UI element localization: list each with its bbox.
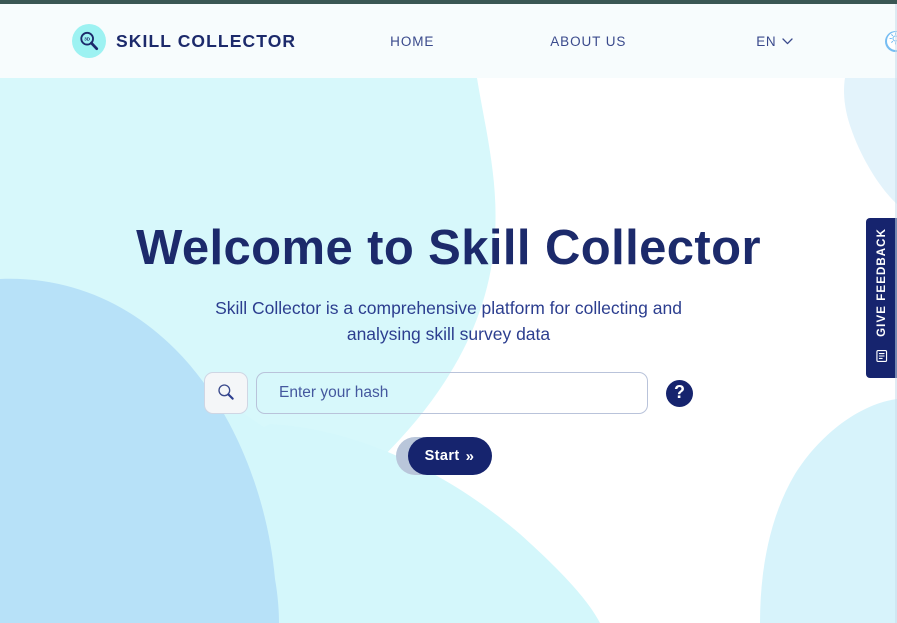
svg-text:3D: 3D xyxy=(84,37,91,42)
nav-item-home[interactable]: HOME xyxy=(390,34,434,49)
start-button-label: Start xyxy=(424,448,460,465)
browser-top-edge xyxy=(0,0,897,4)
main-nav: HOME ABOUT US EN xyxy=(296,30,897,52)
site-header: 3D SKILL COLLECTOR HOME ABOUT US EN xyxy=(0,4,897,78)
search-icon xyxy=(216,382,236,405)
give-feedback-tab[interactable]: GIVE FEEDBACK xyxy=(866,218,897,378)
search-row: ? xyxy=(204,372,693,415)
magnifier-logo-icon: 3D xyxy=(72,24,106,58)
help-button[interactable]: ? xyxy=(666,379,693,407)
give-feedback-label: GIVE FEEDBACK xyxy=(875,228,888,337)
hash-input[interactable] xyxy=(256,372,648,415)
page-title: Welcome to Skill Collector xyxy=(136,221,761,275)
hero-subtitle: Skill Collector is a comprehensive platf… xyxy=(215,298,682,344)
brand-name: SKILL COLLECTOR xyxy=(116,30,297,51)
chevron-down-icon xyxy=(782,32,793,50)
search-group xyxy=(204,372,648,415)
nav-item-about-us[interactable]: ABOUT US xyxy=(550,34,626,49)
start-button-wrap: Start » xyxy=(395,437,492,476)
language-label: EN xyxy=(756,33,777,49)
start-button[interactable]: Start » xyxy=(407,437,492,476)
language-selector[interactable]: EN xyxy=(756,32,793,50)
page-stage: 3D SKILL COLLECTOR HOME ABOUT US EN Welc… xyxy=(0,4,897,623)
double-chevron-right-icon: » xyxy=(465,447,475,465)
search-button[interactable] xyxy=(204,372,248,415)
hero-section: Welcome to Skill Collector Skill Collect… xyxy=(0,78,897,623)
brand-logo[interactable]: 3D SKILL COLLECTOR xyxy=(72,24,296,58)
feedback-note-icon xyxy=(875,349,889,368)
